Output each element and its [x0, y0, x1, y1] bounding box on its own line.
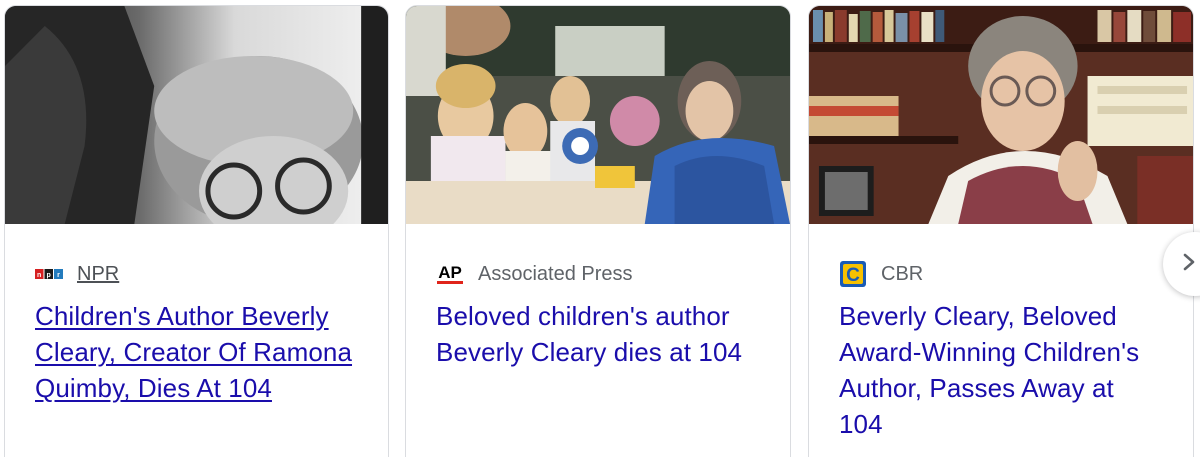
ap-logo-icon: AP [436, 263, 464, 285]
news-card-ap[interactable]: AP Associated Press Beloved children's a… [405, 5, 791, 457]
bookshelf-portrait-photo [809, 6, 1193, 224]
portrait-photo-bw [5, 6, 388, 224]
news-card-cbr[interactable]: C CBR Beverly Cleary, Beloved Award-Winn… [808, 5, 1194, 457]
cbr-logo-icon: C [839, 261, 867, 287]
book-signing-photo [406, 6, 790, 224]
svg-text:p: p [47, 272, 51, 279]
source-name[interactable]: NPR [77, 262, 119, 286]
news-thumbnail[interactable] [406, 6, 790, 224]
svg-text:n: n [37, 272, 41, 279]
source-row: AP Associated Press [406, 262, 790, 286]
svg-text:C: C [846, 265, 860, 286]
npr-logo-icon: n p r [35, 263, 63, 285]
source-row: n p r NPR [5, 262, 388, 286]
headline-link[interactable]: Beloved children's author Beverly Cleary… [406, 298, 790, 370]
news-carousel: n p r NPR Children's Author Beverly Clea… [0, 0, 1200, 457]
source-name: Associated Press [478, 263, 633, 285]
headline-link[interactable]: Children's Author Beverly Cleary, Creato… [5, 298, 388, 406]
svg-text:r: r [57, 272, 60, 279]
news-thumbnail[interactable] [5, 6, 388, 224]
headline-link[interactable]: Beverly Cleary, Beloved Award-Winning Ch… [809, 298, 1193, 442]
news-thumbnail[interactable] [809, 6, 1193, 224]
svg-text:AP: AP [438, 263, 462, 282]
chevron-right-icon [1181, 252, 1197, 277]
source-name: CBR [881, 263, 924, 285]
news-card-npr[interactable]: n p r NPR Children's Author Beverly Clea… [4, 5, 389, 457]
source-row: C CBR [809, 261, 1193, 287]
